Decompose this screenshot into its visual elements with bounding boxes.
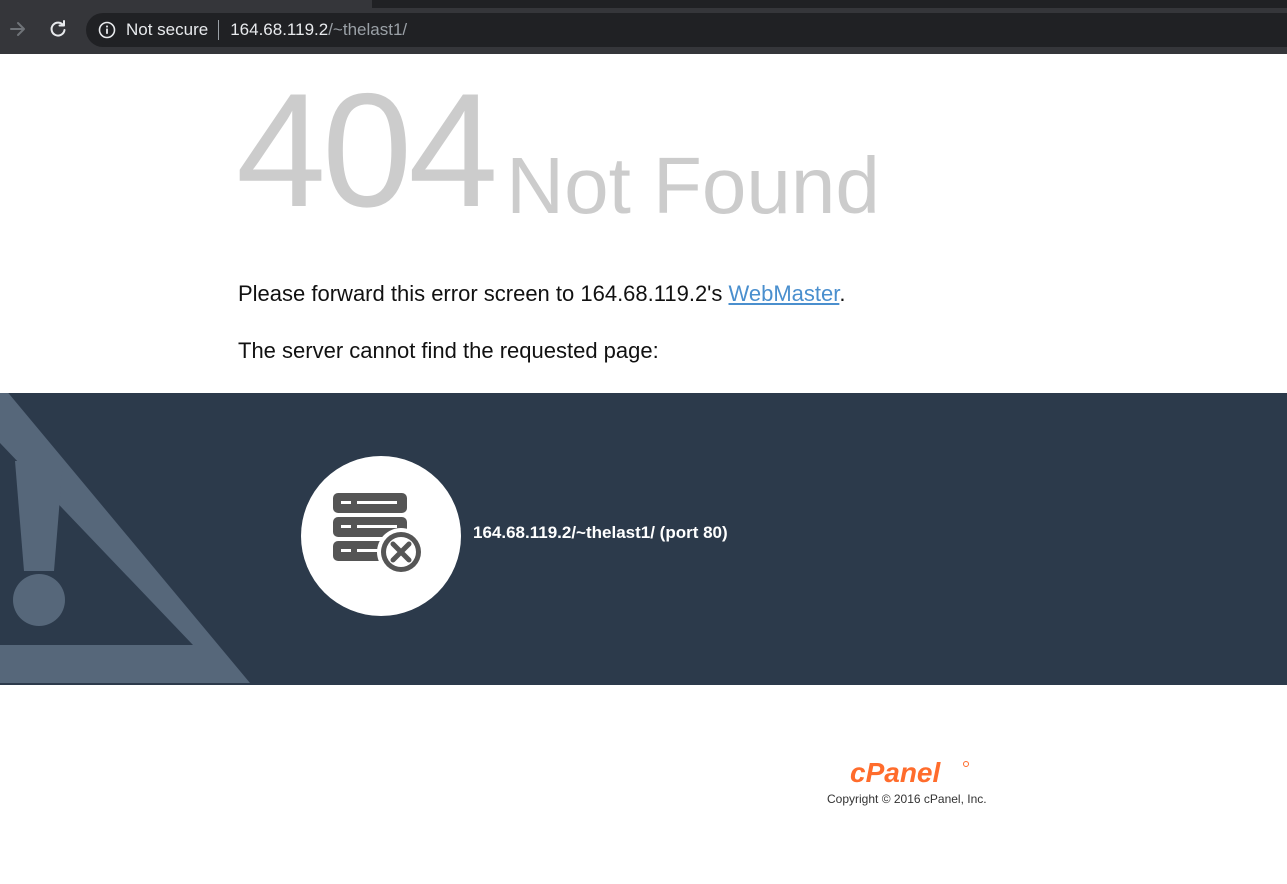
- server-message: The server cannot find the requested pag…: [238, 338, 659, 363]
- forward-message-text: Please forward this error screen to 164.…: [238, 281, 729, 306]
- cpanel-logo-text: cPanel: [850, 757, 941, 788]
- reload-icon: [50, 20, 66, 37]
- url-path[interactable]: /~thelast1/: [328, 20, 407, 40]
- arrow-right-icon: [10, 22, 25, 36]
- tab-strip: [372, 0, 1287, 8]
- error-details-band: 164.68.119.2/~thelast1/ (port 80): [0, 393, 1287, 685]
- warning-triangle-icon: [0, 393, 250, 683]
- address-bar[interactable]: Not secure 164.68.119.2 /~thelast1/: [86, 13, 1287, 47]
- forward-message: Please forward this error screen to 164.…: [238, 281, 845, 307]
- security-status-label[interactable]: Not secure: [126, 20, 208, 40]
- forward-message-suffix: .: [839, 281, 846, 306]
- error-headline: 404 Not Found: [236, 70, 880, 238]
- url-host[interactable]: 164.68.119.2: [230, 20, 328, 40]
- forward-button[interactable]: [3, 14, 33, 44]
- error-title: Not Found: [506, 141, 880, 230]
- server-error-icon: [333, 493, 425, 576]
- server-status-badge: [301, 456, 461, 616]
- divider: [218, 20, 220, 40]
- reload-button[interactable]: [43, 14, 73, 44]
- requested-url: 164.68.119.2/~thelast1/ (port 80): [473, 523, 728, 542]
- cpanel-logo[interactable]: cPanel: [848, 756, 972, 790]
- browser-toolbar: Not secure 164.68.119.2 /~thelast1/: [0, 0, 1287, 54]
- error-code: 404: [236, 60, 498, 241]
- webmaster-link[interactable]: WebMaster: [729, 281, 840, 306]
- copyright-notice: Copyright © 2016 cPanel, Inc.: [827, 792, 987, 806]
- info-icon[interactable]: [98, 21, 116, 39]
